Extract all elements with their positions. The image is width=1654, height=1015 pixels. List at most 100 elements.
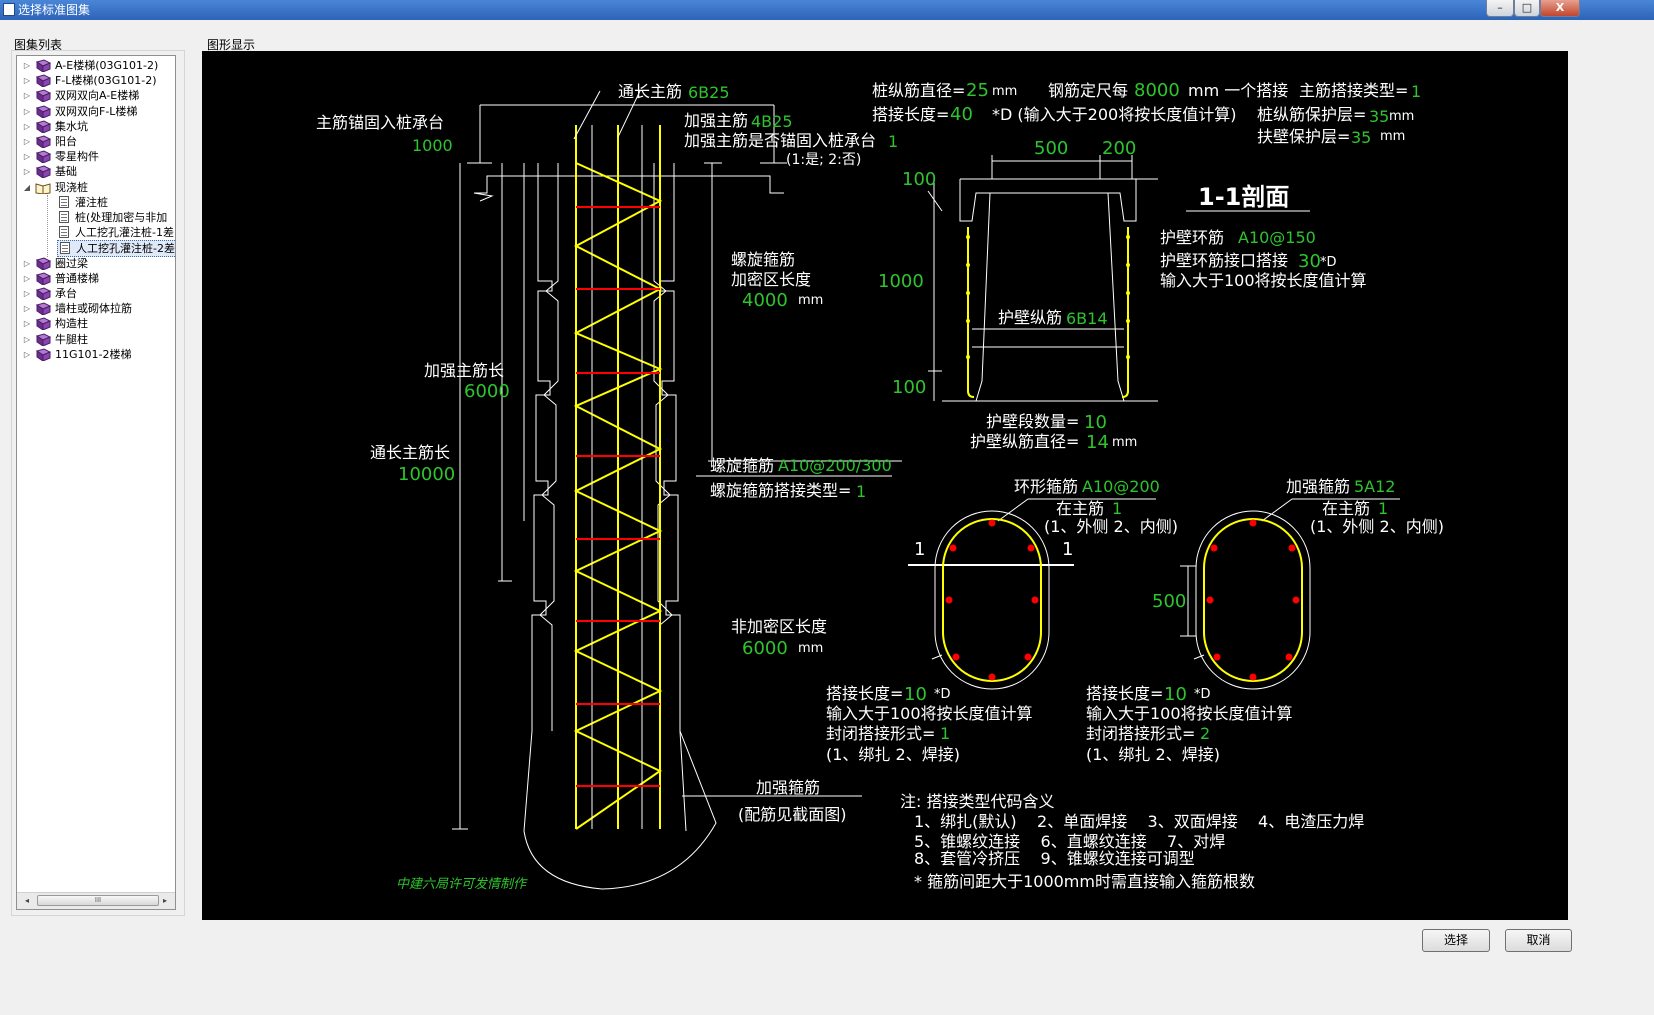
book-icon [35,105,52,119]
expand-arrow-icon[interactable]: ▷ [23,271,31,286]
tree-item-label: 现浇桩 [55,180,88,194]
expand-arrow-icon[interactable]: ▷ [23,134,31,149]
scroll-thumb[interactable]: III [37,895,159,906]
expand-arrow-icon[interactable]: ▷ [23,286,31,301]
tree-item-label: 人工挖孔灌注桩-1差 [75,226,174,240]
tree-item[interactable]: ▷ 构造柱 [23,316,173,332]
tree-item[interactable]: ▷ 普通楼梯 [23,271,173,286]
tree-item[interactable]: ▷ 牛腿柱 [23,332,173,347]
tree-horizontal-scrollbar[interactable]: ◂ III ▸ [17,892,175,909]
wall-cover-unit: mm [1380,129,1405,144]
tree-item[interactable]: ▷ 双网双向A-E楼梯 [23,88,173,104]
ring-label: 护壁环筋 [1160,228,1224,247]
cancel-button[interactable]: 取消 [1505,929,1572,952]
tree-item[interactable]: ▷ F-L楼梯(03G101-2) [23,73,173,89]
app-icon [3,3,15,16]
expand-arrow-icon[interactable]: ▷ [23,104,31,119]
lap-type-value: 1 [1411,82,1421,101]
close-button[interactable]: X [1540,0,1580,17]
lap-len-label: 搭接长度= [872,105,949,124]
circle2-pos-options: (1、外侧 2、内侧) [1310,517,1444,536]
tree-item[interactable]: ▷ 承台 [23,286,173,301]
pile-drawing: 主筋锚固入桩承台 1000 通长主筋 6B25 加强主筋 4B25 加强主筋是否… [316,80,1444,892]
tree-item[interactable]: ▷ 零星构件 [23,149,173,165]
book-icon [35,302,52,317]
circle1-close-value: 1 [940,724,950,743]
expand-arrow-icon[interactable]: ▷ [23,164,31,179]
lap-len-value: 40 [950,104,973,125]
book-icon [35,120,52,134]
circle1-pos-value: 1 [1112,499,1122,518]
section-dim-200: 200 [1102,138,1136,159]
graphic-display-canvas: 主筋锚固入桩承台 1000 通长主筋 6B25 加强主筋 4B25 加强主筋是否… [202,51,1568,920]
document-icon [59,211,69,223]
spiral-label-1: 螺旋箍筋 [731,250,795,269]
long-dia-unit: mm [1112,435,1137,450]
seg-count-value: 10 [1084,412,1107,433]
expand-arrow-icon[interactable]: ▷ [23,332,31,347]
book-icon [35,165,52,180]
circle1-hoop-label: 环形箍筋 [1014,477,1078,496]
tree-item-label: 11G101-2楼梯 [55,347,132,361]
expand-arrow-icon[interactable]: ▷ [23,88,31,103]
tree-item[interactable]: ▷ 圈过梁 [23,256,173,271]
ring-lap-unit: *D [1320,255,1337,270]
tree-item[interactable]: ▷ 基础 [23,164,173,180]
circle2-pos-value: 1 [1378,499,1388,518]
tree-item[interactable]: ▷ 双网双向F-L楼梯 [23,104,173,119]
circle-main-bars [945,519,1300,681]
tree-item-label: A-E楼梯(03G101-2) [55,59,159,72]
spiral-lap-value: 1 [856,482,866,501]
select-button[interactable]: 选择 [1422,929,1490,952]
circle1-pos-options: (1、外侧 2、内侧) [1044,517,1178,536]
expand-arrow-icon[interactable]: ▷ [23,119,31,134]
pile-dia-value: 25 [966,80,989,101]
book-icon [35,287,52,301]
maximize-button[interactable]: □ [1514,0,1540,17]
tree-item[interactable]: ◢ 现浇桩 [23,180,173,195]
expand-arrow-icon[interactable]: ▷ [23,256,31,271]
tree-item[interactable]: ▷ 11G101-2楼梯 [23,347,173,362]
tree-item[interactable]: 灌注桩 [57,195,175,210]
tree-view[interactable]: ▷ A-E楼梯(03G101-2) ▷ F-L楼梯(03G101-2) ▷ 双网双向A-E… [16,55,176,910]
strong-bar-value: 4B25 [751,112,793,131]
collapse-arrow-icon[interactable]: ◢ [23,180,31,195]
tree-item[interactable]: 人工挖孔灌注桩-1差 [57,225,175,240]
strong-bar-label: 加强主筋 [684,111,748,130]
circle1-pos-label: 在主筋 [1056,499,1104,518]
tree-item[interactable]: ▷ 集水坑 [23,119,173,134]
expand-arrow-icon[interactable]: ▷ [23,301,31,316]
scroll-left-arrow-icon[interactable]: ◂ [19,893,35,909]
expand-arrow-icon[interactable]: ▷ [23,73,31,88]
tree-item-label: 墙柱或砌体拉筋 [55,302,132,316]
tree-item-label: 承台 [55,287,77,300]
document-icon [60,242,70,255]
book-icon [35,89,52,104]
document-icon [59,226,69,239]
circle1-close-options: (1、绑扎 2、焊接) [826,745,960,764]
tree-item-label: 人工挖孔灌注桩-2差 [76,242,175,256]
spiral-bar-label: 螺旋箍筋 [710,456,774,475]
scroll-right-arrow-icon[interactable]: ▸ [157,893,173,909]
fixed-len-suffix: mm 一个搭接 [1188,81,1288,100]
notes-line-1: 1、绑扎(默认) 2、单面焊接 3、双面焊接 4、电渣压力焊 [914,812,1364,831]
expand-arrow-icon[interactable]: ▷ [23,316,31,331]
book-icon [35,333,52,347]
circle2-lap-label: 搭接长度= [1086,684,1163,703]
tree-item[interactable]: ▷ 阳台 [23,134,173,149]
nondense-value: 6000 [742,638,788,659]
expand-arrow-icon[interactable]: ▷ [23,149,31,164]
document-icon [59,195,69,208]
expand-arrow-icon[interactable]: ▷ [23,347,31,362]
tree-item[interactable]: 桩(处理加密与非加 [57,210,175,225]
seg-count-label: 护壁段数量= [986,412,1079,431]
circle2-close-options: (1、绑扎 2、焊接) [1086,745,1220,764]
ring-lap-label: 护壁环筋接口搭接 [1160,251,1288,270]
tree-item-label: F-L楼梯(03G101-2) [55,74,157,88]
minimize-button[interactable]: – [1486,0,1514,17]
tree-item[interactable]: ▷ A-E楼梯(03G101-2) [23,58,173,73]
tree-item[interactable]: ▷ 墙柱或砌体拉筋 [23,301,173,317]
expand-arrow-icon[interactable]: ▷ [23,58,31,73]
circle2-lap-unit: *D [1194,687,1211,702]
anchor-value: 1000 [412,136,453,155]
